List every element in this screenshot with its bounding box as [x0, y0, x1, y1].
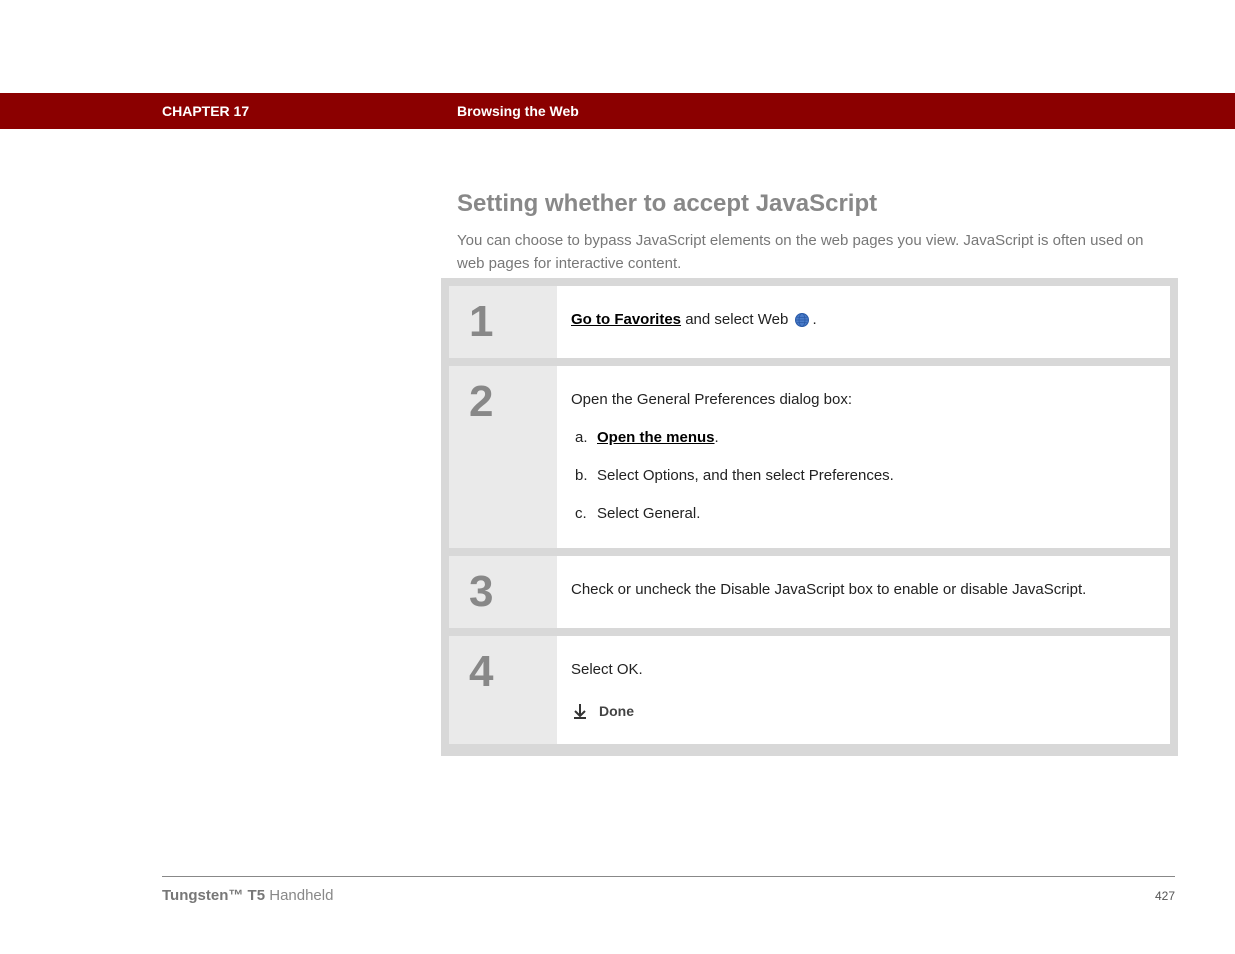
sub-step-letter: a.: [575, 426, 597, 450]
product-name-bold: Tungsten™ T5: [162, 887, 265, 904]
web-globe-icon: [794, 312, 810, 328]
chapter-label: CHAPTER 17: [162, 103, 249, 119]
page-footer: Tungsten™ T5 Handheld 427: [162, 876, 1175, 904]
sub-step: a.Open the menus.: [571, 426, 1150, 450]
sub-step-letter: b.: [575, 464, 597, 488]
step-row: 3 Check or uncheck the Disable JavaScrip…: [449, 556, 1170, 628]
product-name: Tungsten™ T5 Handheld: [162, 887, 333, 904]
step-number: 3: [469, 570, 493, 614]
section-intro: You can choose to bypass JavaScript elem…: [457, 230, 1175, 275]
step-number: 1: [469, 300, 493, 344]
step-row: 1 Go to Favorites and select Web .: [449, 286, 1170, 358]
step-content: Select OK. Done: [557, 636, 1170, 744]
page-number: 427: [1155, 889, 1175, 903]
steps-table: 1 Go to Favorites and select Web . 2 Ope…: [441, 278, 1178, 756]
sub-step-tail: .: [715, 429, 719, 446]
step-text: Select OK.: [571, 658, 1150, 682]
step-number: 2: [469, 380, 493, 424]
step-text: Check or uncheck the Disable JavaScript …: [571, 581, 1086, 598]
sub-step-text: Select Options, and then select Preferen…: [597, 467, 894, 484]
step-row: 4 Select OK. Done: [449, 636, 1170, 744]
sub-step-list: a.Open the menus. b.Select Options, and …: [571, 426, 1150, 526]
step-text: and select Web: [681, 311, 792, 328]
breadcrumb-title: Browsing the Web: [457, 103, 579, 119]
sub-step: c.Select General.: [571, 502, 1150, 526]
step-number-cell: 2: [449, 366, 557, 548]
step-text-tail: .: [812, 311, 816, 328]
step-content: Check or uncheck the Disable JavaScript …: [557, 556, 1170, 628]
open-menus-link[interactable]: Open the menus: [597, 429, 715, 446]
product-name-tail: Handheld: [265, 887, 333, 904]
step-lead-text: Open the General Preferences dialog box:: [571, 388, 1150, 412]
chapter-header-bar: CHAPTER 17 Browsing the Web: [0, 93, 1235, 129]
sub-step-letter: c.: [575, 502, 597, 526]
step-content: Go to Favorites and select Web .: [557, 286, 1170, 358]
step-number: 4: [469, 650, 493, 694]
step-number-cell: 4: [449, 636, 557, 744]
step-number-cell: 3: [449, 556, 557, 628]
step-content: Open the General Preferences dialog box:…: [557, 366, 1170, 548]
go-to-favorites-link[interactable]: Go to Favorites: [571, 311, 681, 328]
done-label: Done: [599, 700, 634, 722]
sub-step: b.Select Options, and then select Prefer…: [571, 464, 1150, 488]
done-indicator: Done: [571, 700, 1150, 722]
sub-step-text: Select General.: [597, 505, 700, 522]
done-arrow-icon: [571, 702, 589, 720]
step-row: 2 Open the General Preferences dialog bo…: [449, 366, 1170, 548]
step-number-cell: 1: [449, 286, 557, 358]
section-title: Setting whether to accept JavaScript: [457, 190, 1175, 218]
